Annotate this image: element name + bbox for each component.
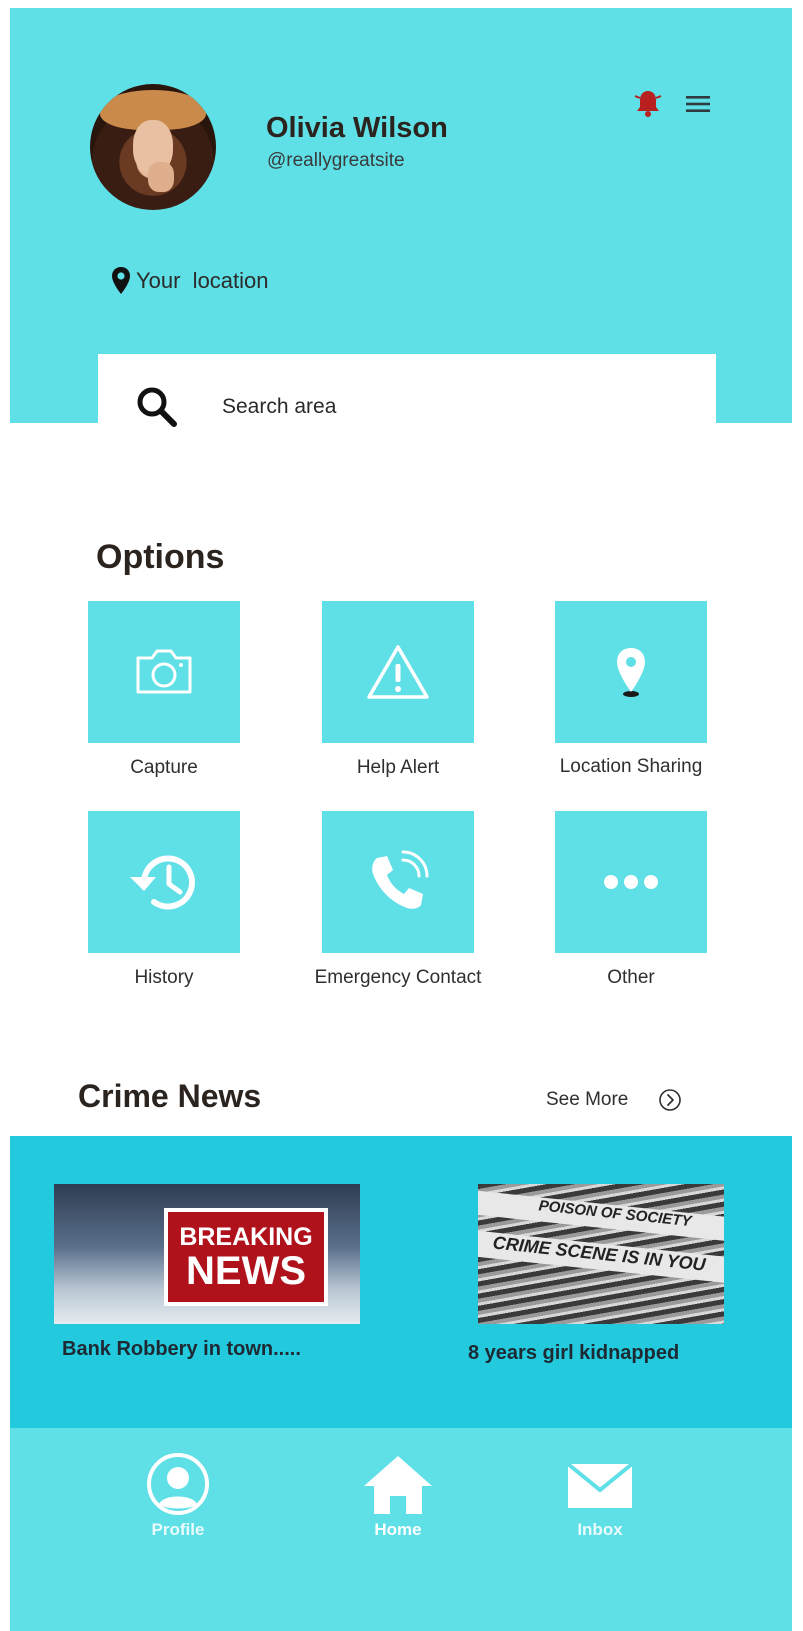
warning-icon <box>367 645 429 699</box>
news-text: NEWS <box>186 1248 306 1293</box>
map-pin-icon <box>112 267 130 294</box>
avatar[interactable] <box>90 84 216 210</box>
help-alert-label: Help Alert <box>356 757 440 778</box>
location-sharing-option[interactable] <box>555 601 707 743</box>
more-dots-icon <box>604 875 658 889</box>
history-option[interactable] <box>88 811 240 953</box>
chevron-right-circle-icon <box>659 1089 682 1111</box>
news-thumbnail-breaking[interactable]: BREAKING NEWS <box>54 1184 360 1324</box>
home-icon <box>364 1456 432 1514</box>
hamburger-menu-icon[interactable] <box>682 90 714 118</box>
bell-icon[interactable] <box>632 88 664 120</box>
see-more-link[interactable]: See More <box>546 1088 682 1112</box>
news-thumbnail-crime-scene[interactable]: POISON OF SOCIETY CRIME SCENE IS IN YOU <box>478 1184 724 1324</box>
nav-profile-label: Profile <box>151 1520 205 1539</box>
nav-home[interactable]: Home <box>360 1452 436 1540</box>
bottom-navigation: Profile Home Inbox <box>10 1428 792 1631</box>
camera-icon <box>136 649 192 694</box>
nav-inbox-label: Inbox <box>577 1520 623 1539</box>
help-alert-option[interactable] <box>322 601 474 743</box>
nav-home-label: Home <box>374 1520 422 1539</box>
history-label: History <box>134 967 194 988</box>
history-icon <box>130 855 195 910</box>
location-label: Your location <box>136 268 269 293</box>
search-icon <box>137 387 177 427</box>
emergency-contact-option[interactable] <box>322 811 474 953</box>
nav-inbox[interactable]: Inbox <box>566 1452 634 1540</box>
app-screen: Olivia Wilson @reallygreatsite Your loca… <box>10 8 792 1631</box>
search-input[interactable]: Search area <box>98 354 716 460</box>
other-label: Other <box>607 967 655 988</box>
profile-name: Olivia Wilson <box>266 112 448 144</box>
see-more-label: See More <box>546 1089 629 1110</box>
crime-scene-tape: CRIME SCENE IS IN YOU <box>478 1229 724 1285</box>
options-heading: Options <box>96 538 225 576</box>
capture-option[interactable] <box>88 601 240 743</box>
mail-icon <box>566 1462 634 1508</box>
location-pin-icon <box>617 648 645 697</box>
current-location[interactable]: Your location <box>110 266 269 296</box>
news-caption-kidnapped[interactable]: 8 years girl kidnapped <box>468 1342 679 1365</box>
location-sharing-label: Location Sharing <box>559 756 703 777</box>
capture-label: Capture <box>130 757 198 778</box>
nav-profile[interactable]: Profile <box>146 1452 210 1540</box>
breaking-text: BREAKING <box>179 1222 313 1251</box>
user-circle-icon <box>147 1453 209 1515</box>
phone-call-icon <box>372 850 429 909</box>
news-caption-bank-robbery[interactable]: Bank Robbery in town..... <box>62 1338 301 1361</box>
other-option[interactable] <box>555 811 707 953</box>
search-placeholder: Search area <box>222 395 337 418</box>
emergency-contact-label: Emergency Contact <box>314 967 482 988</box>
profile-handle: @reallygreatsite <box>267 150 405 171</box>
crime-news-heading: Crime News <box>78 1078 262 1114</box>
